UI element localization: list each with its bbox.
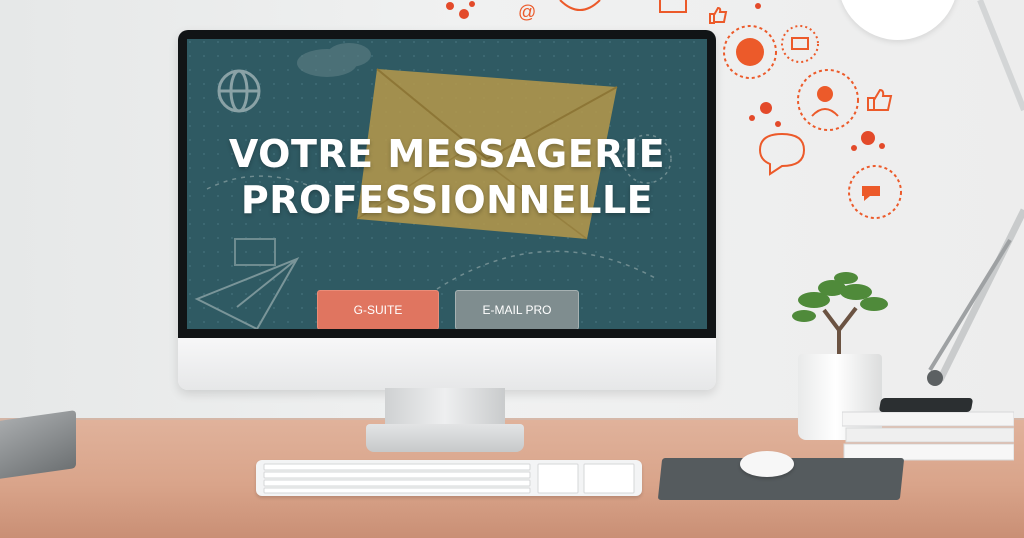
gsuite-button[interactable]: G-SUITE xyxy=(317,290,439,329)
headline-line-2: PROFESSIONNELLE xyxy=(240,178,654,222)
monitor-stand-base xyxy=(366,424,524,452)
laptop xyxy=(0,410,76,480)
imac-monitor: VOTRE MESSAGERIE PROFESSIONNELLE G-SUITE… xyxy=(178,30,716,390)
monitor-chin xyxy=(178,338,716,390)
keyboard-keys xyxy=(263,463,635,494)
bonsai-plant xyxy=(792,272,888,360)
email-pro-button[interactable]: E-MAIL PRO xyxy=(455,290,579,329)
monitor-bezel: VOTRE MESSAGERIE PROFESSIONNELLE G-SUITE… xyxy=(178,30,716,338)
like-icon-small xyxy=(709,6,728,24)
like-icon xyxy=(867,88,893,111)
mouse xyxy=(740,451,794,477)
chat-bubble-icon xyxy=(758,132,806,176)
desk-scene: @ VOTRE MESSAGERIE PROFESSIONNELLE G-SUI… xyxy=(0,0,1024,538)
hero-headline: VOTRE MESSAGERIE PROFESSIONNELLE xyxy=(187,131,707,223)
monitor-screen: VOTRE MESSAGERIE PROFESSIONNELLE G-SUITE… xyxy=(187,39,707,329)
at-icon: @ xyxy=(518,2,536,22)
smartphone xyxy=(878,398,974,412)
envelope-icon-circle xyxy=(781,25,819,63)
headline-line-1: VOTRE MESSAGERIE xyxy=(228,132,666,176)
keyboard xyxy=(256,460,642,496)
